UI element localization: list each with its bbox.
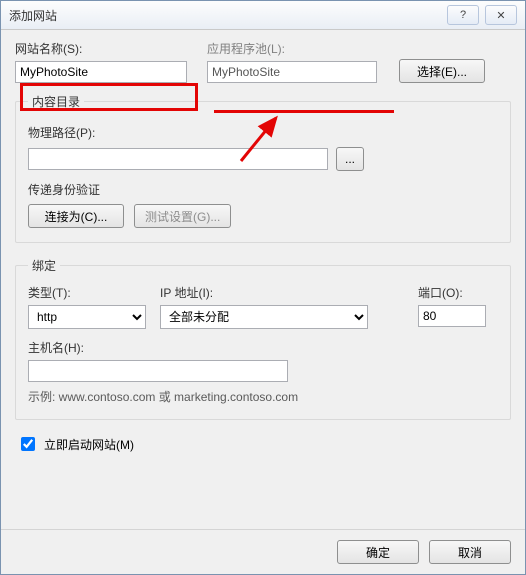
autostart-label: 立即启动网站(M)	[44, 436, 134, 453]
binding-legend: 绑定	[28, 257, 60, 274]
dialog-footer: 确定 取消	[1, 529, 525, 574]
binding-ip-select[interactable]: 全部未分配	[160, 305, 368, 329]
binding-host-input[interactable]	[28, 360, 288, 382]
add-website-dialog: 添加网站 ? ✕ 网站名称(S): 应用程序池(L): 选择(E)... 内容目…	[0, 0, 526, 575]
apppool-input	[207, 61, 377, 83]
content-directory-legend: 内容目录	[28, 93, 84, 110]
help-icon: ?	[460, 9, 466, 21]
binding-host-example: 示例: www.contoso.com 或 marketing.contoso.…	[28, 388, 498, 405]
passthrough-auth-label: 传递身份验证	[28, 181, 498, 198]
apppool-label: 应用程序池(L):	[207, 40, 387, 57]
autostart-checkbox[interactable]	[21, 437, 35, 451]
window-title: 添加网站	[9, 7, 401, 24]
binding-host-label: 主机名(H):	[28, 339, 498, 356]
sitename-label: 网站名称(S):	[15, 40, 195, 57]
binding-ip-label: IP 地址(I):	[160, 284, 406, 301]
test-settings-button: 测试设置(G)...	[134, 204, 231, 228]
select-apppool-col: 选择(E)...	[399, 59, 485, 83]
ellipsis-icon: ...	[345, 152, 355, 166]
select-apppool-button[interactable]: 选择(E)...	[399, 59, 485, 83]
spacer	[401, 5, 441, 23]
autostart-row: 立即启动网站(M)	[17, 434, 511, 454]
binding-port-label: 端口(O):	[418, 284, 498, 301]
titlebar: 添加网站 ? ✕	[1, 1, 525, 30]
content-directory-group: 内容目录 物理路径(P): ... 传递身份验证 连接为(C)... 测试设置(…	[15, 93, 511, 243]
physical-path-label: 物理路径(P):	[28, 124, 498, 141]
close-icon: ✕	[496, 9, 505, 22]
binding-port-input[interactable]	[418, 305, 486, 327]
window-controls: ? ✕	[401, 5, 517, 25]
ok-button[interactable]: 确定	[337, 540, 419, 564]
sitename-input[interactable]	[15, 61, 187, 83]
physical-path-input[interactable]	[28, 148, 328, 170]
binding-type-select[interactable]: http	[28, 305, 146, 329]
sitename-col: 网站名称(S):	[15, 40, 195, 83]
cancel-button[interactable]: 取消	[429, 540, 511, 564]
help-button[interactable]: ?	[447, 5, 479, 25]
apppool-col: 应用程序池(L):	[207, 40, 387, 83]
connect-as-button[interactable]: 连接为(C)...	[28, 204, 124, 228]
binding-group: 绑定 类型(T): http IP 地址(I): 全部未分配 端口(O):	[15, 257, 511, 420]
browse-path-button[interactable]: ...	[336, 147, 364, 171]
close-button[interactable]: ✕	[485, 5, 517, 25]
name-apppool-row: 网站名称(S): 应用程序池(L): 选择(E)...	[15, 40, 511, 83]
dialog-body: 网站名称(S): 应用程序池(L): 选择(E)... 内容目录 物理路径(P)…	[1, 30, 525, 529]
binding-type-label: 类型(T):	[28, 284, 148, 301]
